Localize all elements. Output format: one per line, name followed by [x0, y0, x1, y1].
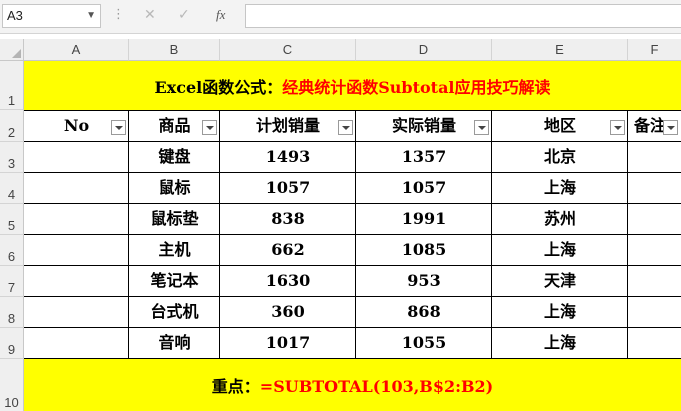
- filter-dropdown-icon[interactable]: [338, 120, 353, 135]
- table-border: [24, 234, 681, 235]
- cell-actual-sales[interactable]: 953: [356, 266, 492, 296]
- cell-no[interactable]: [24, 297, 129, 327]
- cell-notes[interactable]: [628, 297, 681, 327]
- cell-actual-sales[interactable]: 1357: [356, 142, 492, 172]
- cell-no[interactable]: [24, 235, 129, 265]
- table-border: [24, 296, 681, 297]
- name-box[interactable]: A3 ▼: [2, 4, 101, 28]
- cell-region[interactable]: 苏州: [492, 204, 628, 234]
- table-border: [24, 203, 681, 204]
- cell-plan-sales[interactable]: 662: [220, 235, 356, 265]
- cell-notes[interactable]: [628, 328, 681, 358]
- row-header-8[interactable]: 8: [0, 297, 24, 328]
- cell-region[interactable]: 上海: [492, 328, 628, 358]
- cell-plan-sales[interactable]: 1017: [220, 328, 356, 358]
- cell-plan-sales[interactable]: 1493: [220, 142, 356, 172]
- cell-region[interactable]: 上海: [492, 297, 628, 327]
- sheet-title: Excel函数公式：经典统计函数Subtotal应用技巧解读: [24, 74, 681, 98]
- column-header-d[interactable]: D: [356, 39, 492, 61]
- row-header-6[interactable]: 6: [0, 235, 24, 266]
- cell-notes[interactable]: [628, 204, 681, 234]
- cell-plan-sales[interactable]: 1630: [220, 266, 356, 296]
- table-border: [128, 110, 129, 359]
- cell-product[interactable]: 笔记本: [129, 266, 220, 296]
- table-border: [24, 327, 681, 328]
- row-header-1[interactable]: 1: [0, 61, 24, 110]
- cell-region[interactable]: 天津: [492, 266, 628, 296]
- cell-product[interactable]: 键盘: [129, 142, 220, 172]
- footer-label: 重点：: [211, 377, 260, 396]
- cell-plan-sales[interactable]: 1057: [220, 173, 356, 203]
- cell-region[interactable]: 上海: [492, 235, 628, 265]
- title-prefix: Excel函数公式：: [154, 78, 283, 97]
- cell-notes[interactable]: [628, 266, 681, 296]
- cell-notes[interactable]: [628, 235, 681, 265]
- row-header-2[interactable]: 2: [0, 110, 24, 142]
- header-actual-sales[interactable]: 实际销量: [356, 110, 492, 142]
- column-header-a[interactable]: A: [24, 39, 129, 61]
- header-plan-sales[interactable]: 计划销量: [220, 110, 356, 142]
- column-header-b[interactable]: B: [129, 39, 220, 61]
- row-header-4[interactable]: 4: [0, 173, 24, 204]
- cell-no[interactable]: [24, 266, 129, 296]
- table-border: [24, 265, 681, 266]
- formula-bar: A3 ▼ ⋮ ✕ ✓ fx: [0, 0, 681, 34]
- cell-product[interactable]: 主机: [129, 235, 220, 265]
- cell-product[interactable]: 鼠标垫: [129, 204, 220, 234]
- header-region[interactable]: 地区: [492, 110, 628, 142]
- row-header-3[interactable]: 3: [0, 142, 24, 173]
- row-header-7[interactable]: 7: [0, 266, 24, 297]
- insert-function-icon[interactable]: fx: [216, 7, 225, 23]
- cell-no[interactable]: [24, 328, 129, 358]
- table-border: [24, 172, 681, 173]
- chevron-down-icon[interactable]: ▼: [86, 5, 96, 27]
- footer-note: 重点：=SUBTOTAL(103,B$2:B2): [24, 373, 681, 397]
- table-border: [219, 110, 220, 359]
- footer-formula: =SUBTOTAL(103,B$2:B2): [259, 377, 494, 396]
- table-border: [24, 141, 681, 142]
- confirm-icon[interactable]: ✓: [178, 7, 190, 23]
- filter-dropdown-icon[interactable]: [474, 120, 489, 135]
- formula-input[interactable]: [245, 4, 681, 28]
- name-box-value: A3: [7, 8, 23, 23]
- cancel-icon[interactable]: ✕: [144, 7, 156, 23]
- filter-dropdown-icon[interactable]: [663, 120, 678, 135]
- cell-actual-sales[interactable]: 1085: [356, 235, 492, 265]
- cell-region[interactable]: 上海: [492, 173, 628, 203]
- column-header-e[interactable]: E: [492, 39, 628, 61]
- filter-dropdown-icon[interactable]: [610, 120, 625, 135]
- cell-product[interactable]: 台式机: [129, 297, 220, 327]
- column-header-f[interactable]: F: [628, 39, 681, 61]
- cell-actual-sales[interactable]: 1055: [356, 328, 492, 358]
- row-header-10[interactable]: 10: [0, 359, 24, 411]
- column-header-c[interactable]: C: [220, 39, 356, 61]
- row-header-9[interactable]: 9: [0, 328, 24, 359]
- title-main: 经典统计函数Subtotal应用技巧解读: [282, 78, 551, 97]
- cell-notes[interactable]: [628, 142, 681, 172]
- more-options-icon[interactable]: ⋮: [112, 7, 125, 22]
- cell-actual-sales[interactable]: 868: [356, 297, 492, 327]
- row-header-5[interactable]: 5: [0, 204, 24, 235]
- cell-plan-sales[interactable]: 360: [220, 297, 356, 327]
- table-border: [491, 110, 492, 359]
- table-border: [24, 110, 681, 111]
- cell-product[interactable]: 鼠标: [129, 173, 220, 203]
- filter-dropdown-icon[interactable]: [202, 120, 217, 135]
- cell-actual-sales[interactable]: 1057: [356, 173, 492, 203]
- cell-no[interactable]: [24, 142, 129, 172]
- cell-notes[interactable]: [628, 173, 681, 203]
- cell-actual-sales[interactable]: 1991: [356, 204, 492, 234]
- cell-product[interactable]: 音响: [129, 328, 220, 358]
- cell-no[interactable]: [24, 204, 129, 234]
- cell-plan-sales[interactable]: 838: [220, 204, 356, 234]
- table-border: [355, 110, 356, 359]
- select-all-corner[interactable]: [0, 39, 24, 61]
- table-border: [627, 110, 628, 359]
- cell-no[interactable]: [24, 173, 129, 203]
- cell-region[interactable]: 北京: [492, 142, 628, 172]
- filter-dropdown-icon[interactable]: [111, 120, 126, 135]
